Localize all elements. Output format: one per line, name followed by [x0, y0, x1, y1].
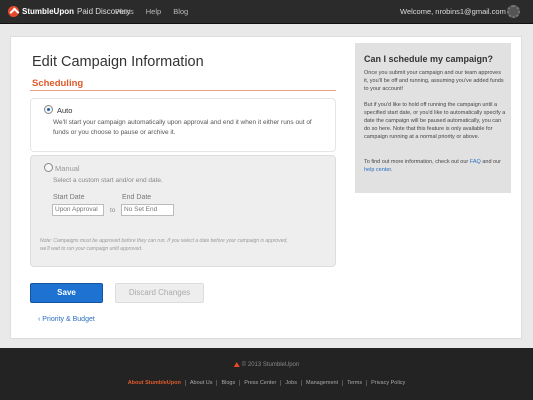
brand-logo[interactable]: StumbleUpon Paid Discovery [8, 6, 130, 17]
manual-description: Select a custom start and/or end date. [53, 177, 163, 184]
save-button[interactable]: Save [30, 283, 103, 303]
end-date-label: End Date [122, 194, 152, 201]
stumbleupon-logo-icon [8, 6, 19, 17]
footer-link-terms[interactable]: Terms [342, 380, 366, 386]
approval-note-line1: Note: Campaigns must be approved before … [40, 238, 288, 244]
start-date-input[interactable]: Upon Approval [52, 204, 104, 216]
auto-description-line1: We'll start your campaign automatically … [53, 119, 312, 126]
gear-icon[interactable] [507, 5, 520, 18]
auto-description-line2: funds or you choose to pause or archive … [53, 129, 176, 136]
back-to-priority-budget-link[interactable]: ‹ Priority & Budget [38, 316, 95, 323]
end-date-input[interactable]: No Set End [121, 204, 174, 216]
help-title: Can I schedule my campaign? [364, 54, 494, 64]
help-center-link[interactable]: help center [364, 167, 391, 173]
approval-note-line2: we'll wait to run your campaign until ap… [40, 246, 143, 252]
help-p3-prefix: To find out more information, check out … [364, 159, 470, 165]
footer-copyright: © 2013 StumbleUpon [0, 362, 533, 368]
help-p3-mid: and our [480, 159, 501, 165]
footer-link-press-center[interactable]: Press Center [239, 380, 280, 386]
help-paragraph-3: To find out more information, check out … [364, 158, 506, 174]
footer-link-about-stumbleupon[interactable]: About StumbleUpon [124, 380, 185, 386]
stumbleupon-mark-icon [233, 362, 240, 367]
footer-link-management[interactable]: Management [300, 380, 342, 386]
help-paragraph-1: Once you submit your campaign and our te… [364, 70, 504, 92]
help-paragraph-2: But if you'd like to hold off running th… [364, 102, 506, 140]
footer-link-blogs[interactable]: Blogs [216, 380, 239, 386]
nav-blog[interactable]: Blog [173, 7, 188, 16]
page-title: Edit Campaign Information [32, 54, 204, 70]
footer-link-jobs[interactable]: Jobs [280, 380, 301, 386]
approval-note: Note: Campaigns must be approved before … [40, 237, 330, 253]
top-navigation-bar: StumbleUpon Paid Discovery Plans Help Bl… [0, 0, 533, 24]
footer-links: About StumbleUpon About Us Blogs Press C… [0, 380, 533, 386]
date-range-to: to [110, 207, 116, 214]
nav-plans[interactable]: Plans [115, 7, 134, 16]
brand-name: StumbleUpon [22, 7, 74, 16]
auto-radio[interactable] [44, 105, 53, 114]
manual-label: Manual [55, 164, 80, 173]
manual-radio[interactable] [44, 163, 53, 172]
auto-label: Auto [57, 106, 73, 115]
footer-link-privacy-policy[interactable]: Privacy Policy [366, 380, 409, 386]
start-date-label: Start Date [53, 194, 85, 201]
top-nav: Plans Help Blog [115, 7, 188, 16]
welcome-user[interactable]: Welcome, nrobins1@gmail.com [400, 7, 506, 16]
footer-link-about-us[interactable]: About Us [184, 380, 217, 386]
discard-changes-button[interactable]: Discard Changes [115, 283, 204, 303]
copyright-text: © 2013 StumbleUpon [241, 362, 300, 369]
footer [0, 348, 533, 400]
section-title: Scheduling [32, 78, 84, 89]
section-divider [30, 90, 336, 91]
help-p3-suffix: . [390, 167, 393, 173]
faq-link[interactable]: FAQ [470, 159, 481, 165]
nav-help[interactable]: Help [146, 7, 161, 16]
